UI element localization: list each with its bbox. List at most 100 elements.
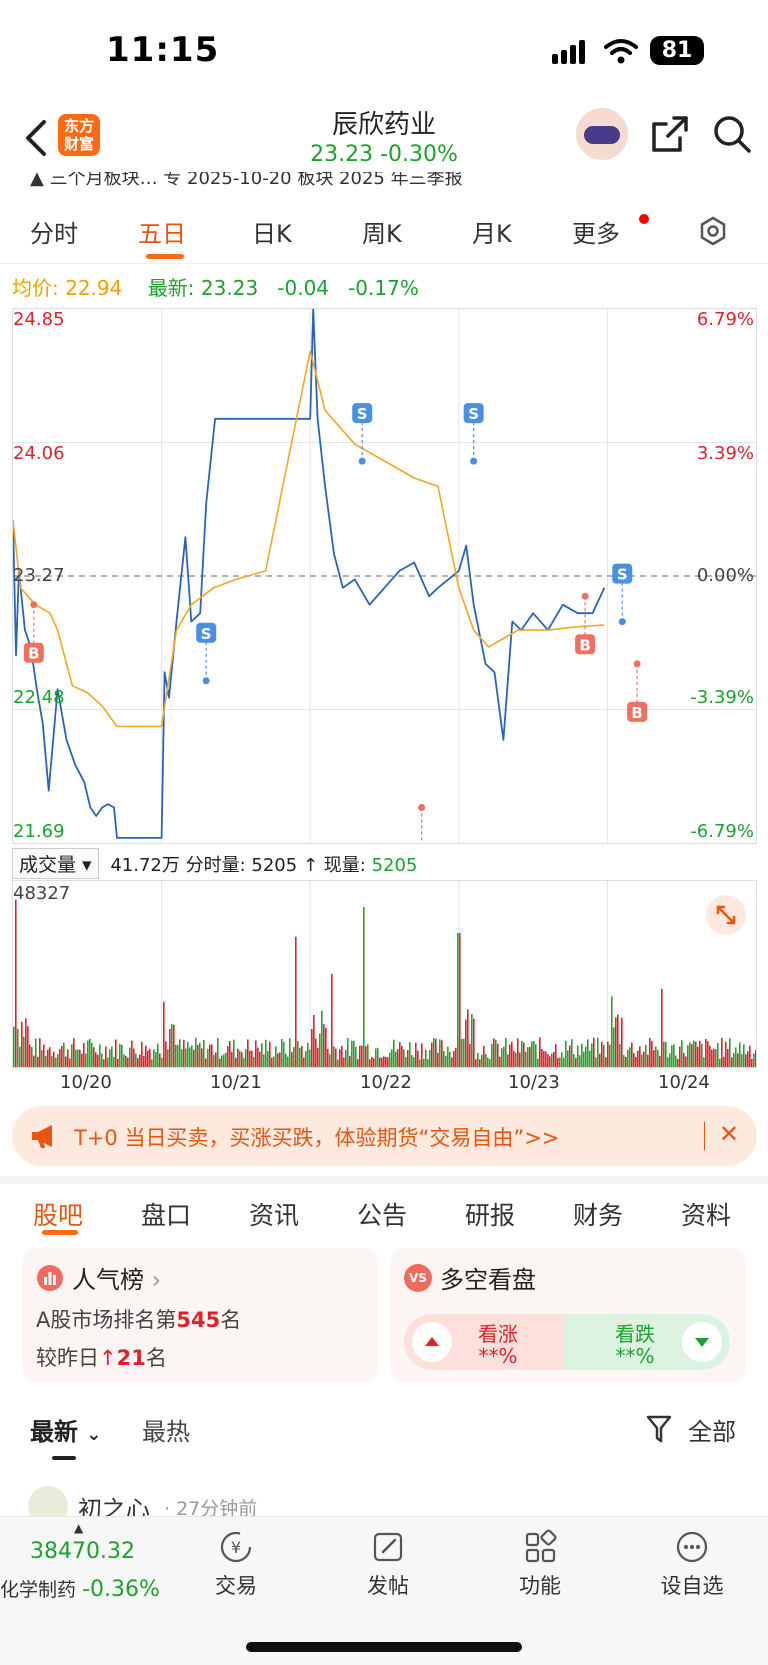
sector-index-row[interactable]: 化学制药 -0.36% (0, 1575, 160, 1602)
tick-volume-arrow: ↑ (302, 855, 319, 876)
tab-weekly-k[interactable]: 周K (362, 214, 402, 249)
volume-bar (235, 1057, 237, 1067)
tab-news[interactable]: 资讯 (249, 1196, 299, 1232)
tab-financials[interactable]: 财务 (573, 1196, 623, 1232)
share-icon[interactable] (650, 114, 690, 154)
volume-bar (263, 1054, 265, 1067)
volume-bar (229, 1041, 231, 1067)
volume-bar (79, 1049, 81, 1067)
trade-button[interactable]: ¥ 交易 (196, 1529, 276, 1600)
volume-bar (667, 1057, 669, 1067)
filter-hot[interactable]: 最热 (142, 1412, 190, 1447)
volume-bar (475, 1059, 477, 1067)
volume-info-row: 成交量 ▾ 41.72万 分时量: 5205 ↑ 现量: 5205 (12, 848, 417, 879)
volume-bar (157, 1043, 159, 1067)
sentiment-title: 多空看盘 (440, 1266, 536, 1294)
functions-button[interactable]: 功能 (500, 1529, 580, 1600)
volume-bar (459, 933, 461, 1067)
popularity-change: 较昨日↑21名 (36, 1342, 167, 1372)
bearish-button[interactable]: 看跌 **% (564, 1314, 730, 1370)
volume-bar (279, 1052, 281, 1067)
volume-bar (493, 1038, 495, 1067)
tab-five-day[interactable]: 五日 (138, 214, 186, 249)
volume-bar (69, 1058, 71, 1067)
marker-label: S (617, 566, 628, 584)
promo-banner[interactable]: T+0 当日买卖，买涨买跌，体验期货“交易自由”>> ✕ (12, 1106, 757, 1166)
volume-bar (381, 1057, 383, 1067)
volume-bar (481, 1054, 483, 1067)
sector-index-value[interactable]: 38470.32 (30, 1539, 135, 1564)
volume-bar (113, 1056, 115, 1067)
post-button[interactable]: 发帖 (348, 1529, 428, 1600)
ticker-strip[interactable]: ▲ 三个月板块… 专 2025-10-20 板块 2025 年三季报 (0, 172, 768, 196)
marker-dot (358, 457, 366, 465)
volume-bar (145, 1045, 147, 1067)
tab-order-book[interactable]: 盘口 (141, 1196, 191, 1232)
volume-bar (181, 1049, 183, 1067)
tab-monthly-k[interactable]: 月K (472, 214, 512, 249)
popularity-title: 人气榜 › (72, 1260, 161, 1295)
volume-bar (189, 1047, 191, 1067)
change-value: 21 (116, 1346, 146, 1370)
filter-icon[interactable] (646, 1414, 674, 1444)
assistant-avatar-icon[interactable] (576, 108, 628, 160)
tab-guba[interactable]: 股吧 (33, 1196, 83, 1232)
expand-icon[interactable] (706, 895, 746, 935)
volume-bar (363, 907, 365, 1067)
status-icons: 81 (552, 36, 704, 65)
volume-bar (179, 1039, 181, 1067)
volume-bar (623, 1055, 625, 1067)
volume-bar (501, 1048, 503, 1067)
popularity-card[interactable]: 人气榜 › A股市场排名第545名 较昨日↑21名 (22, 1248, 378, 1382)
volume-bar (461, 1038, 463, 1067)
vs-icon: VS (404, 1264, 432, 1292)
volume-bar (371, 1056, 373, 1067)
active-tab-indicator (146, 254, 184, 259)
volume-bar (491, 1043, 493, 1067)
five-day-price-chart[interactable]: BSBSSBSB 24.85 24.06 23.27 22.48 21.69 6… (12, 308, 757, 866)
volume-bar (365, 1046, 367, 1067)
y-tick-right: -3.39% (690, 687, 754, 708)
tab-daily-k[interactable]: 日K (252, 214, 292, 249)
volume-bar (127, 1057, 129, 1067)
volume-bar (151, 1059, 153, 1067)
volume-bar (587, 1039, 589, 1067)
volume-bar (721, 1037, 723, 1067)
volume-bar (313, 1014, 315, 1067)
volume-bar (687, 1045, 689, 1067)
volume-bar (359, 1045, 361, 1067)
post-preview[interactable]: 初之心 · 27分钟前 (28, 1486, 768, 1516)
volume-bar (443, 1051, 445, 1067)
volume-chart[interactable]: 48327 (12, 880, 757, 1068)
marker-dot (202, 677, 210, 685)
volume-bar (75, 1049, 77, 1067)
gear-icon[interactable] (698, 216, 728, 246)
volume-bar (573, 1054, 575, 1067)
tab-intraday[interactable]: 分时 (30, 214, 78, 249)
search-icon[interactable] (712, 114, 752, 154)
filter-all[interactable]: 全部 (688, 1412, 736, 1447)
volume-bar (733, 1053, 735, 1067)
volume-bar (407, 1050, 409, 1067)
volume-bar (489, 1058, 491, 1067)
close-icon[interactable]: ✕ (719, 1120, 739, 1148)
indicator-select[interactable]: 成交量 ▾ (12, 848, 99, 879)
volume-bar (597, 1037, 599, 1067)
tab-profile[interactable]: 资料 (681, 1196, 731, 1232)
add-watchlist-button[interactable]: 设自选 (652, 1529, 732, 1600)
volume-bar (249, 1050, 251, 1067)
volume-bar (357, 1059, 359, 1067)
chevron-right-icon: › (151, 1266, 162, 1294)
volume-bar (195, 1037, 197, 1067)
tab-announcements[interactable]: 公告 (357, 1196, 407, 1232)
volume-bar (293, 1047, 295, 1067)
volume-bar (649, 1037, 651, 1067)
filter-latest[interactable]: 最新 ⌄ (30, 1412, 101, 1447)
bullish-button[interactable]: 看涨 **% (404, 1314, 572, 1370)
volume-bar (711, 1049, 713, 1067)
tab-more[interactable]: 更多 (572, 214, 620, 249)
tab-research[interactable]: 研报 (465, 1196, 515, 1232)
volume-bar (215, 1052, 217, 1067)
volume-bar (163, 1001, 165, 1067)
volume-bar (525, 1051, 527, 1067)
